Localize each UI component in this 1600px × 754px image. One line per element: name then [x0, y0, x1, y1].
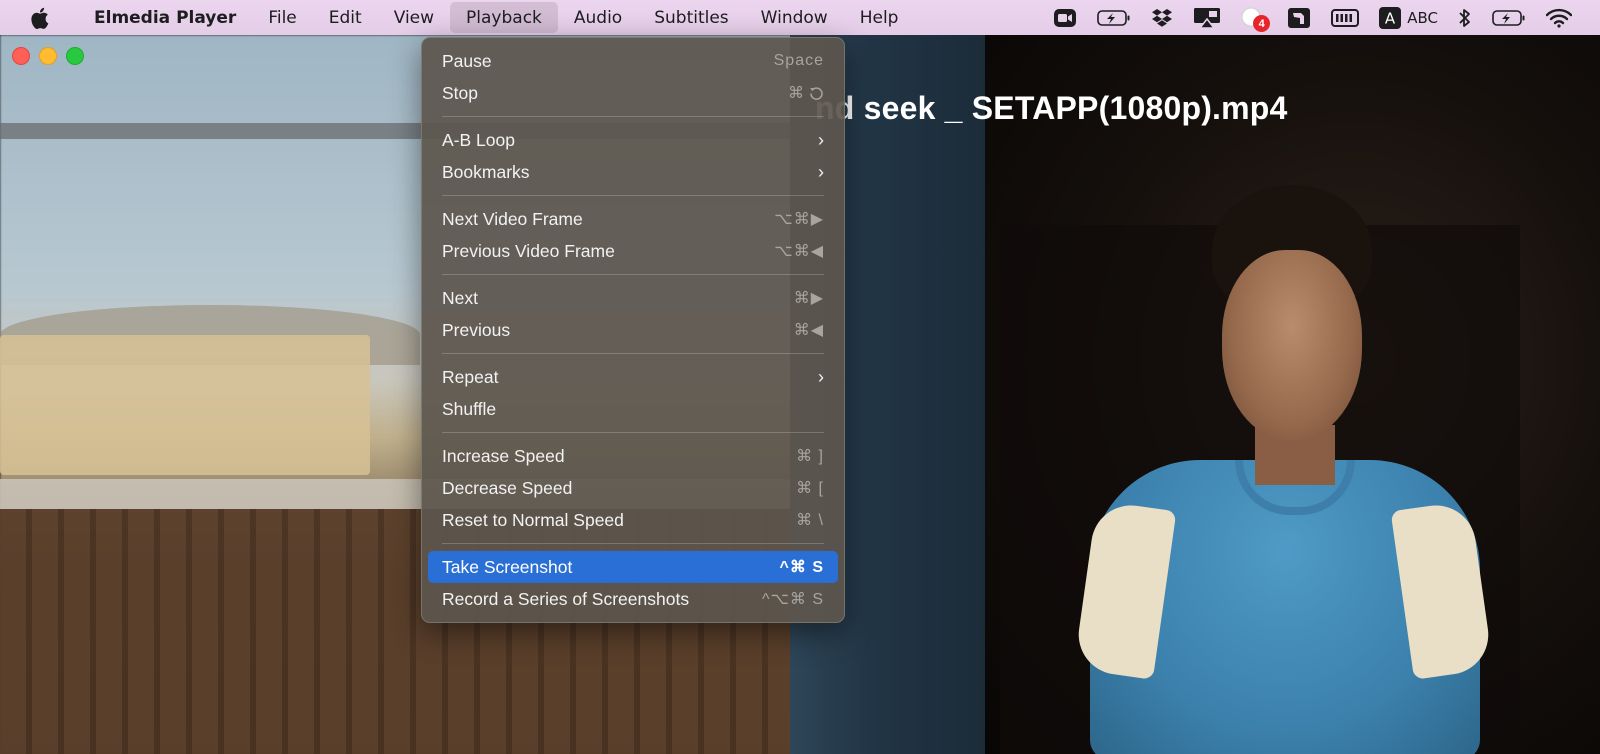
menu-playback[interactable]: Playback	[450, 2, 558, 33]
screenshot-app-icon	[1288, 7, 1311, 28]
menu-item-label: A-B Loop	[442, 129, 515, 150]
menu-item-label: Previous Video Frame	[442, 240, 615, 261]
menu-file[interactable]: File	[252, 2, 312, 33]
apple-icon	[30, 7, 48, 29]
wifi-status-item[interactable]	[1546, 0, 1572, 35]
menu-bar: Elmedia Player File Edit View Playback A…	[0, 0, 1600, 35]
battery-status-item[interactable]	[1097, 0, 1131, 35]
notification-badge: 4	[1253, 15, 1271, 32]
airplay-status-item[interactable]	[1193, 0, 1221, 35]
menu-item-record-screenshots[interactable]: Record a Series of Screenshots ^⌥⌘ S	[428, 583, 838, 615]
menu-item-repeat[interactable]: Repeat ›	[428, 361, 838, 393]
minimize-window-button[interactable]	[39, 47, 57, 65]
window-controls	[12, 47, 84, 65]
screenshot-app-status-item[interactable]	[1287, 0, 1311, 35]
submenu-chevron-icon: ›	[818, 129, 824, 150]
input-source-icon: A	[1379, 6, 1402, 29]
menu-item-decrease-speed[interactable]: Decrease Speed ⌘ [	[428, 472, 838, 504]
menu-item-shortcut: ⌘ \	[796, 512, 824, 529]
menu-item-shortcut: ⌘ [	[796, 480, 824, 497]
menu-item-label: Next	[442, 287, 478, 308]
bluetooth-status-item[interactable]	[1458, 0, 1472, 35]
menu-item-label: Bookmarks	[442, 161, 530, 182]
menu-item-shortcut: ⌘ ]	[796, 448, 824, 465]
menu-subtitles[interactable]: Subtitles	[638, 2, 744, 33]
app-name-menu[interactable]: Elmedia Player	[78, 2, 252, 33]
menu-item-bookmarks[interactable]: Bookmarks ›	[428, 156, 838, 188]
menu-separator	[442, 353, 824, 354]
menu-item-label: Take Screenshot	[442, 556, 573, 577]
airplay-icon	[1194, 7, 1221, 29]
submenu-chevron-icon: ›	[818, 366, 824, 387]
battery-charging-icon	[1492, 9, 1525, 26]
menu-audio[interactable]: Audio	[558, 2, 638, 33]
menu-item-label: Record a Series of Screenshots	[442, 588, 690, 609]
menu-item-reset-speed[interactable]: Reset to Normal Speed ⌘ \	[428, 504, 838, 536]
restart-icon	[810, 86, 823, 100]
menu-item-shortcut-key: ⌘	[788, 85, 805, 102]
menu-item-label: Pause	[442, 50, 492, 71]
menu-item-shortcut: ⌥⌘◀	[774, 243, 824, 260]
input-source-status-item[interactable]: A ABC	[1379, 0, 1438, 35]
menu-item-shortcut: ⌘◀	[793, 322, 824, 339]
zoom-status-item[interactable]	[1053, 0, 1077, 35]
menu-item-shortcut: Space	[773, 52, 824, 69]
dropbox-status-item[interactable]	[1151, 0, 1173, 35]
menu-item-previous[interactable]: Previous ⌘◀	[428, 314, 838, 346]
menu-item-label: Repeat	[442, 366, 499, 387]
menu-item-label: Next Video Frame	[442, 208, 583, 229]
notification-status-item[interactable]: 4	[1241, 0, 1271, 35]
menu-item-shuffle[interactable]: Shuffle	[428, 393, 838, 425]
menu-item-shortcut: ^⌥⌘ S	[761, 591, 824, 608]
menu-separator	[442, 432, 824, 433]
wifi-icon	[1546, 8, 1572, 28]
menu-item-shortcut: ⌘▶	[793, 290, 824, 307]
menu-item-stop[interactable]: Stop ⌘	[428, 77, 838, 109]
menu-item-shortcut: ^⌘ S	[779, 559, 824, 576]
menu-item-label: Shuffle	[442, 398, 497, 419]
menu-item-label: Increase Speed	[442, 445, 565, 466]
dropbox-icon	[1152, 8, 1173, 27]
close-window-button[interactable]	[12, 47, 30, 65]
menu-item-previous-video-frame[interactable]: Previous Video Frame ⌥⌘◀	[428, 235, 838, 267]
menu-window[interactable]: Window	[745, 2, 844, 33]
input-source-label: ABC	[1407, 8, 1438, 27]
menu-item-next[interactable]: Next ⌘▶	[428, 282, 838, 314]
input-source-letter: A	[1385, 9, 1396, 27]
menu-item-shortcut: ⌘	[788, 83, 824, 103]
memory-status-item[interactable]	[1331, 0, 1360, 35]
boy-face	[1222, 250, 1362, 440]
menu-item-label: Decrease Speed	[442, 477, 573, 498]
zoom-window-button[interactable]	[66, 47, 84, 65]
apple-menu[interactable]	[0, 0, 78, 35]
menu-edit[interactable]: Edit	[313, 2, 378, 33]
menu-item-increase-speed[interactable]: Increase Speed ⌘ ]	[428, 440, 838, 472]
memory-icon	[1331, 8, 1360, 27]
submenu-chevron-icon: ›	[818, 161, 824, 182]
battery-charging-icon	[1097, 9, 1130, 26]
zoom-icon	[1054, 8, 1077, 27]
video-building	[0, 335, 370, 475]
menu-item-label: Previous	[442, 319, 511, 340]
menu-item-shortcut: ⌥⌘▶	[774, 211, 824, 228]
battery-status-item-2[interactable]	[1492, 0, 1526, 35]
menu-item-pause[interactable]: Pause Space	[428, 45, 838, 77]
menu-item-next-video-frame[interactable]: Next Video Frame ⌥⌘▶	[428, 203, 838, 235]
menu-item-label: Reset to Normal Speed	[442, 509, 624, 530]
menu-item-label: Stop	[442, 82, 478, 103]
menu-item-take-screenshot[interactable]: Take Screenshot ^⌘ S	[428, 551, 838, 583]
menu-item-ab-loop[interactable]: A-B Loop ›	[428, 124, 838, 156]
menu-help[interactable]: Help	[844, 2, 915, 33]
status-tray: 4 A ABC	[1043, 0, 1600, 35]
menu-view[interactable]: View	[378, 2, 450, 33]
playback-menu: Pause Space Stop ⌘ A-B Loop › Bookmarks …	[421, 37, 845, 623]
menu-separator	[442, 543, 824, 544]
menu-separator	[442, 116, 824, 117]
menu-separator	[442, 195, 824, 196]
video-title: nd seek _ SETAPP(1080p).mp4	[815, 90, 1288, 126]
bluetooth-icon	[1459, 8, 1470, 27]
menu-separator	[442, 274, 824, 275]
